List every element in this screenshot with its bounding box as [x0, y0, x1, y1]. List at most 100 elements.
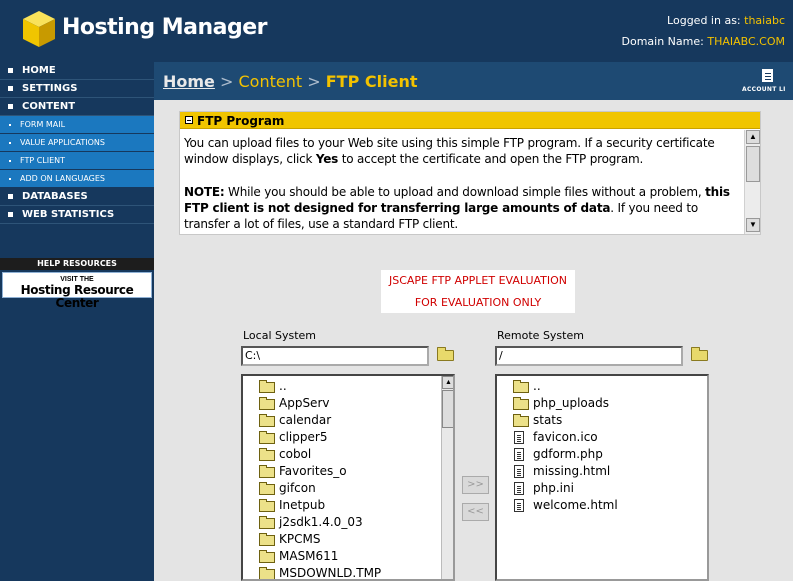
- domain-label: Domain Name:: [621, 35, 704, 48]
- item-name: missing.html: [533, 464, 611, 478]
- bullet-icon: [8, 104, 13, 109]
- folder-icon: [259, 533, 275, 546]
- item-name: ..: [533, 379, 541, 393]
- breadcrumb-content-link[interactable]: Content: [239, 72, 303, 91]
- local-browse-folder-icon[interactable]: [437, 347, 455, 361]
- dot-icon: [9, 124, 11, 126]
- item-name: MASM611: [279, 549, 339, 563]
- remote-browse-folder-icon[interactable]: [691, 347, 709, 361]
- sidebar-subitem-value-applications[interactable]: VALUE APPLICATIONS: [0, 134, 154, 152]
- banner-bottom-text: Hosting Resource Center: [20, 283, 134, 310]
- item-name: gifcon: [279, 481, 316, 495]
- scroll-up-icon[interactable]: ▲: [746, 130, 760, 144]
- panel-scrollbar[interactable]: ▲ ▼: [744, 130, 760, 234]
- breadcrumb: Home > Content > FTP Client: [163, 72, 417, 91]
- sidebar-item-content[interactable]: CONTENT: [0, 98, 154, 116]
- sidebar-item-label: CONTENT: [22, 101, 76, 112]
- account-button[interactable]: ACCOUNT LI: [742, 67, 793, 97]
- yes-keyword: Yes: [315, 152, 339, 166]
- folder-icon: [513, 397, 529, 410]
- logo-cube-icon: [23, 11, 55, 47]
- upload-button[interactable]: >>: [462, 476, 489, 494]
- file-icon: [514, 448, 524, 461]
- sidebar-item-label: HOME: [22, 65, 56, 76]
- logged-in-user[interactable]: thaiabc: [744, 14, 785, 27]
- sidebar-subitem-label: VALUE APPLICATIONS: [20, 138, 105, 147]
- item-name: php.ini: [533, 481, 574, 495]
- folder-icon: [259, 516, 275, 529]
- bullet-icon: [8, 212, 13, 217]
- folder-icon: [259, 380, 275, 393]
- folder-icon: [259, 550, 275, 563]
- dot-icon: [9, 178, 11, 180]
- folder-icon: [513, 380, 529, 393]
- file-icon: [514, 431, 524, 444]
- local-list-scrollbar[interactable]: ▲: [441, 376, 453, 579]
- breadcrumb-home-link[interactable]: Home: [163, 72, 215, 91]
- item-name: php_uploads: [533, 396, 609, 410]
- collapse-icon[interactable]: [185, 116, 193, 124]
- remote-system-label: Remote System: [497, 329, 584, 342]
- item-name: welcome.html: [533, 498, 618, 512]
- local-path-input[interactable]: C:\: [241, 346, 429, 366]
- breadcrumb-bar: Home > Content > FTP Client ACCOUNT LI: [154, 62, 793, 100]
- note-paragraph: NOTE: While you should be able to upload…: [184, 184, 742, 232]
- evaluation-notice: JSCAPE FTP APPLET EVALUATION FOR EVALUAT…: [381, 270, 575, 313]
- bullet-icon: [8, 194, 13, 199]
- sidebar-subitem-add-on-languages[interactable]: ADD ON LANGUAGES: [0, 170, 154, 188]
- item-name: Favorites_o: [279, 464, 347, 478]
- sidebar-subitem-label: ADD ON LANGUAGES: [20, 174, 105, 183]
- hosting-resource-center-banner[interactable]: VISIT THE Hosting Resource Center: [2, 272, 152, 310]
- scroll-up-icon[interactable]: ▲: [442, 376, 453, 389]
- breadcrumb-separator: >: [220, 72, 234, 91]
- sidebar-subitem-ftp-client[interactable]: FTP CLIENT: [0, 152, 154, 170]
- folder-icon: [259, 414, 275, 427]
- evaluation-line-2: FOR EVALUATION ONLY: [414, 296, 542, 309]
- item-name: MSDOWNLD.TMP: [279, 566, 382, 580]
- sidebar-item-home[interactable]: HOME: [0, 62, 154, 80]
- item-name: calendar: [279, 413, 332, 427]
- sidebar-item-settings[interactable]: SETTINGS: [0, 80, 154, 98]
- bullet-icon: [8, 68, 13, 73]
- breadcrumb-current: FTP Client: [325, 72, 418, 91]
- item-name: AppServ: [279, 396, 330, 410]
- panel-title: FTP Program: [197, 114, 285, 128]
- account-label: ACCOUNT LI: [742, 86, 786, 93]
- item-name: cobol: [279, 447, 312, 461]
- file-icon: [514, 465, 524, 478]
- sidebar: HOME SETTINGS CONTENT FORM MAIL VALUE AP…: [0, 62, 154, 581]
- folder-icon: [259, 482, 275, 495]
- dot-icon: [9, 142, 11, 144]
- local-file-list[interactable]: ▲ .. AppServ calendar clipper5 cobol Favorite…: [241, 374, 455, 581]
- folder-icon: [259, 567, 275, 579]
- scroll-thumb[interactable]: [442, 390, 453, 428]
- remote-path-input[interactable]: /: [495, 346, 683, 366]
- scroll-thumb[interactable]: [746, 146, 760, 182]
- sidebar-item-label: WEB STATISTICS: [22, 209, 115, 220]
- intro-paragraph: You can upload files to your Web site us…: [184, 135, 742, 167]
- scroll-down-icon[interactable]: ▼: [746, 218, 760, 232]
- help-resources-title: HELP RESOURCES: [0, 258, 154, 270]
- item-name: gdform.php: [533, 447, 603, 461]
- folder-icon: [259, 431, 275, 444]
- domain-info: Domain Name: THAIABC.COM: [622, 35, 786, 48]
- item-name: clipper5: [279, 430, 328, 444]
- domain-name[interactable]: THAIABC.COM: [707, 35, 785, 48]
- note-label: NOTE:: [184, 185, 225, 199]
- evaluation-line-1: JSCAPE FTP APPLET EVALUATION: [388, 274, 568, 287]
- sidebar-item-web-statistics[interactable]: WEB STATISTICS: [0, 206, 154, 224]
- dot-icon: [9, 160, 11, 162]
- folder-icon: [513, 414, 529, 427]
- folder-icon: [259, 448, 275, 461]
- remote-file-list[interactable]: .. php_uploads stats favicon.ico gdform.php m…: [495, 374, 709, 581]
- sidebar-item-databases[interactable]: DATABASES: [0, 188, 154, 206]
- breadcrumb-separator: >: [307, 72, 321, 91]
- sidebar-subitem-label: FORM MAIL: [20, 120, 66, 129]
- sidebar-subitem-form-mail[interactable]: FORM MAIL: [0, 116, 154, 134]
- item-name: j2sdk1.4.0_03: [279, 515, 363, 529]
- app-title: Hosting Manager: [62, 15, 268, 40]
- download-button[interactable]: <<: [462, 503, 489, 521]
- sidebar-item-label: SETTINGS: [22, 83, 78, 94]
- folder-icon: [259, 499, 275, 512]
- folder-icon: [259, 465, 275, 478]
